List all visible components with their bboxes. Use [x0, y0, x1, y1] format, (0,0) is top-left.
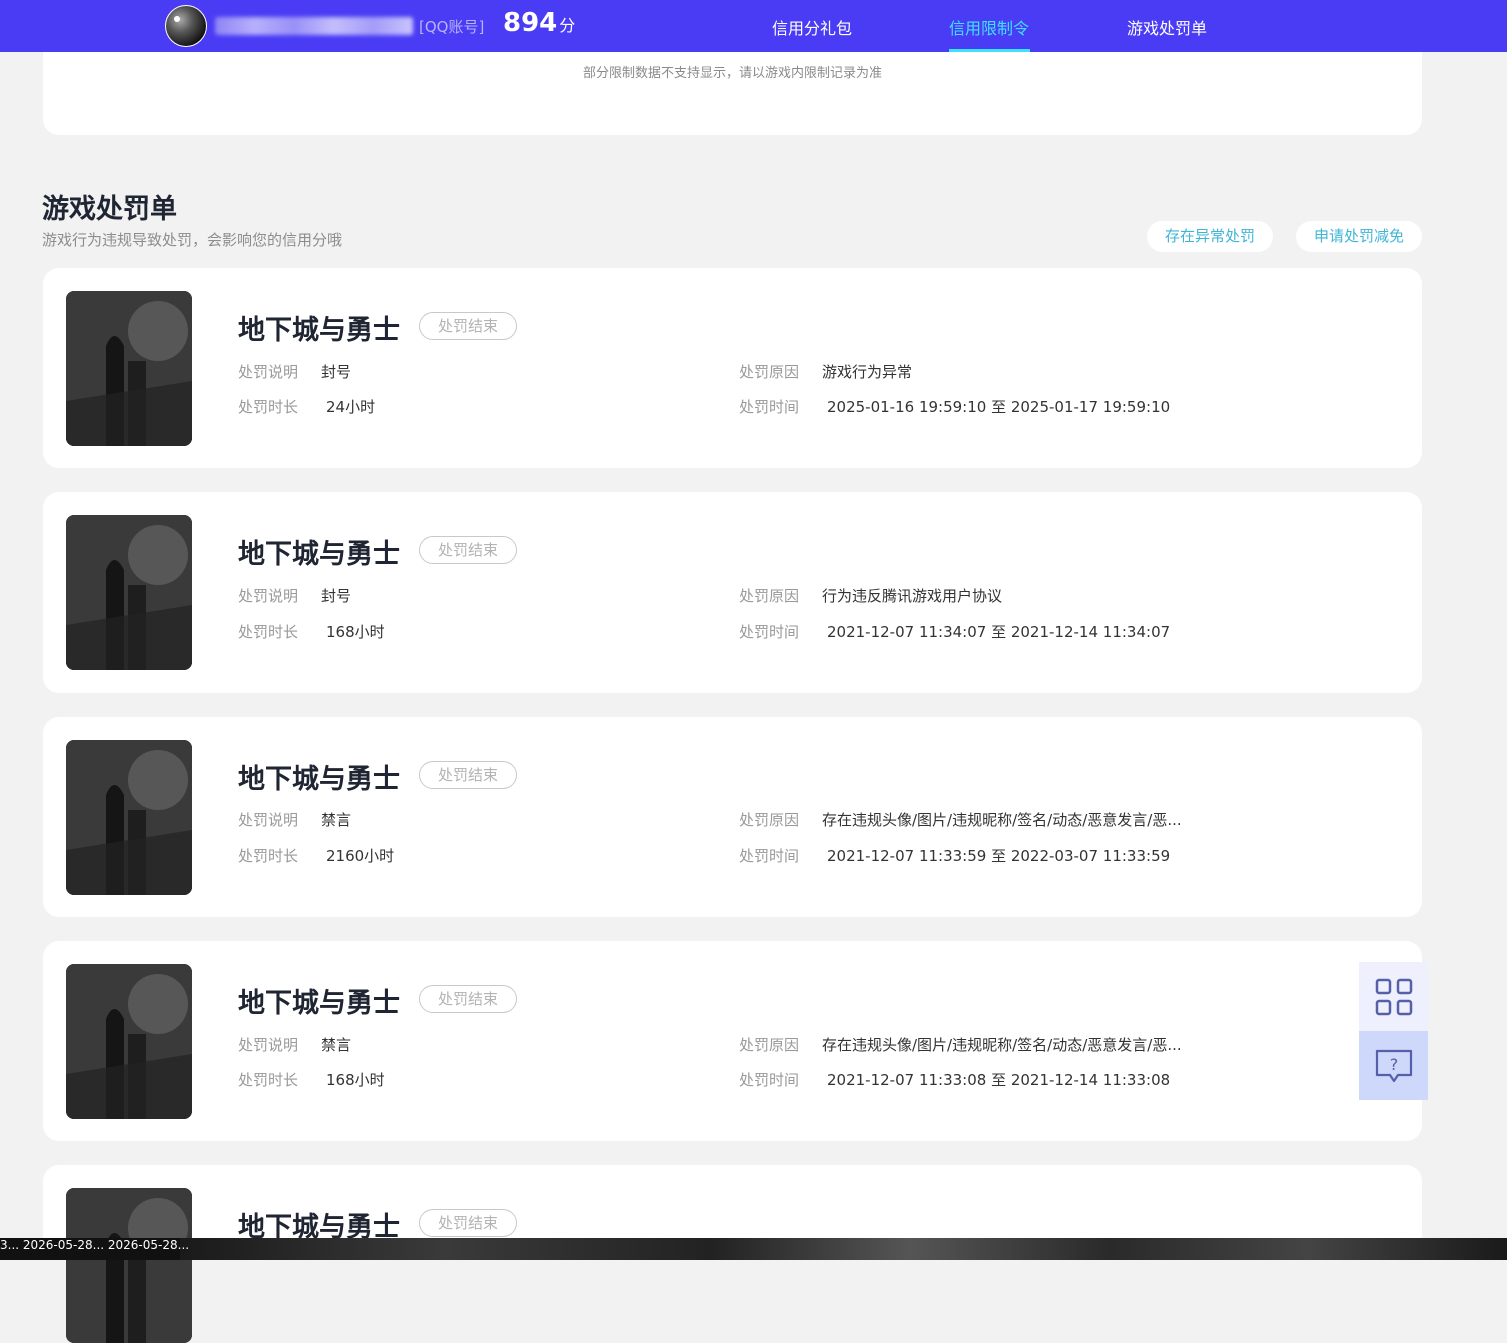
desc-value: 封号 — [321, 363, 352, 381]
penalty-record-card: 地下城与勇士 处罚结束 处罚说明 禁言 处罚时长 2160小时 处罚原因 存在违… — [43, 717, 1422, 917]
reason-value: 行为违反腾讯游戏用户协议 — [822, 587, 1003, 605]
top-bar: [QQ账号] 894 分 信用分礼包 信用限制令 游戏处罚单 — [0, 0, 1507, 52]
game-art-icon — [66, 964, 192, 1119]
restriction-notice: 部分限制数据不支持显示，请以游戏内限制记录为准 — [582, 66, 882, 81]
status-badge: 处罚结束 — [419, 1209, 517, 1237]
reason-value: 存在违规头像/图片/违规昵称/签名/动态/恶意发言/恶... — [822, 1036, 1182, 1054]
time-label: 处罚时间 — [739, 398, 800, 416]
credit-score-value: 894 — [503, 8, 558, 38]
desc-label: 处罚说明 — [238, 363, 299, 381]
game-title: 地下城与勇士 — [238, 764, 400, 795]
penalty-appeal-button[interactable]: 申请处罚减免 — [1296, 221, 1422, 252]
credit-score: 894 分 — [503, 8, 575, 38]
desc-label: 处罚说明 — [238, 587, 299, 605]
duration-label: 处罚时长 — [238, 847, 299, 865]
game-art-icon — [66, 1188, 192, 1343]
taskbar-item-text[interactable]: 3... 2026-05-28... 2026-05-28... — [0, 1238, 189, 1252]
status-badge: 处罚结束 — [419, 985, 517, 1013]
reason-value: 存在违规头像/图片/违规昵称/签名/动态/恶意发言/恶... — [822, 811, 1182, 829]
abnormal-penalty-button[interactable]: 存在异常处罚 — [1147, 221, 1273, 252]
game-thumbnail — [66, 740, 192, 895]
game-art-icon — [66, 291, 192, 446]
status-badge: 处罚结束 — [419, 536, 517, 564]
nav-active-indicator — [949, 49, 1030, 52]
desc-label: 处罚说明 — [238, 811, 299, 829]
reason-label: 处罚原因 — [739, 811, 800, 829]
time-value: 2021-12-07 11:34:07 至 2021-12-14 11:34:0… — [827, 623, 1171, 641]
reason-label: 处罚原因 — [739, 587, 800, 605]
help-feedback-button[interactable]: ? — [1359, 1031, 1428, 1100]
reason-label: 处罚原因 — [739, 1036, 800, 1054]
duration-value: 2160小时 — [326, 847, 395, 865]
time-label: 处罚时间 — [739, 1071, 800, 1089]
qr-code-button[interactable] — [1359, 962, 1428, 1031]
desc-value: 禁言 — [321, 811, 352, 829]
taskbar-background — [180, 1238, 1507, 1260]
duration-value: 24小时 — [326, 398, 376, 416]
game-thumbnail — [66, 515, 192, 670]
penalty-record-card: 地下城与勇士 处罚结束 处罚说明 封号 处罚时长 24小时 处罚原因 游戏行为异… — [43, 268, 1422, 468]
nav-credit-gift[interactable]: 信用分礼包 — [772, 15, 852, 39]
reason-value: 游戏行为异常 — [822, 363, 913, 381]
svg-text:?: ? — [1389, 1055, 1398, 1074]
game-title: 地下城与勇士 — [238, 315, 400, 346]
game-art-icon — [66, 515, 192, 670]
duration-value: 168小时 — [326, 1071, 385, 1089]
nav-credit-restriction[interactable]: 信用限制令 — [949, 15, 1029, 39]
desc-value: 封号 — [321, 587, 352, 605]
game-thumbnail — [66, 291, 192, 446]
avatar[interactable] — [165, 5, 207, 47]
section-subtitle: 游戏行为违规导致处罚，会影响您的信用分哦 — [42, 231, 343, 249]
time-label: 处罚时间 — [739, 847, 800, 865]
section-title: 游戏处罚单 — [42, 194, 177, 225]
status-badge: 处罚结束 — [419, 312, 517, 340]
duration-label: 处罚时长 — [238, 1071, 299, 1089]
account-type-tag: [QQ账号] — [419, 18, 485, 36]
side-tools: ? — [1359, 962, 1428, 1100]
time-value: 2021-12-07 11:33:59 至 2022-03-07 11:33:5… — [827, 847, 1171, 865]
qr-code-icon — [1373, 978, 1414, 1015]
duration-value: 168小时 — [326, 623, 385, 641]
duration-label: 处罚时长 — [238, 398, 299, 416]
time-value: 2021-12-07 11:33:08 至 2021-12-14 11:33:0… — [827, 1071, 1171, 1089]
blurred-username — [215, 17, 413, 35]
penalty-record-card: 地下城与勇士 处罚结束 处罚说明 禁言 处罚时长 168小时 处罚原因 存在违规… — [43, 941, 1422, 1141]
desc-value: 禁言 — [321, 1036, 352, 1054]
time-label: 处罚时间 — [739, 623, 800, 641]
time-value: 2025-01-16 19:59:10 至 2025-01-17 19:59:1… — [827, 398, 1171, 416]
status-badge: 处罚结束 — [419, 761, 517, 789]
penalty-record-card: 地下城与勇士 处罚结束 处罚说明 封号 处罚时长 168小时 处罚原因 行为违反… — [43, 492, 1422, 693]
help-chat-icon: ? — [1375, 1049, 1412, 1082]
game-thumbnail — [66, 1188, 192, 1343]
game-art-icon — [66, 740, 192, 895]
nav-game-penalty[interactable]: 游戏处罚单 — [1127, 15, 1207, 39]
desc-label: 处罚说明 — [238, 1036, 299, 1054]
game-title: 地下城与勇士 — [238, 988, 400, 1019]
game-thumbnail — [66, 964, 192, 1119]
os-taskbar: 3... 2026-05-28... 2026-05-28... — [0, 1238, 1507, 1260]
restriction-card: 部分限制数据不支持显示，请以游戏内限制记录为准 — [43, 40, 1422, 135]
game-title: 地下城与勇士 — [238, 539, 400, 570]
credit-score-unit: 分 — [559, 16, 576, 35]
reason-label: 处罚原因 — [739, 363, 800, 381]
duration-label: 处罚时长 — [238, 623, 299, 641]
